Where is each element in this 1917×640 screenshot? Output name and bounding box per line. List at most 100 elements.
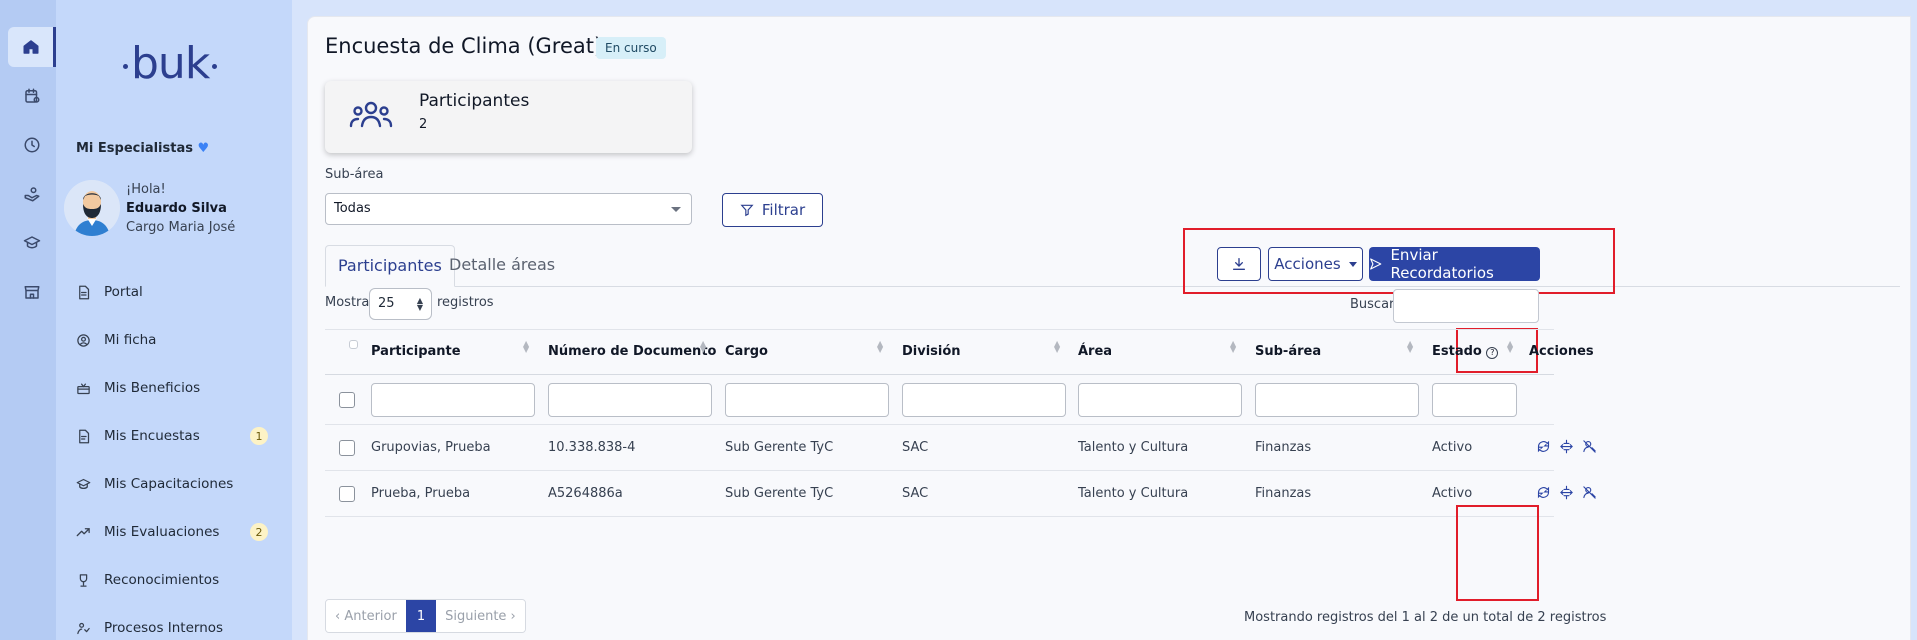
send-reminders-button[interactable]: Enviar Recordatorios: [1369, 246, 1540, 282]
sidebar-item-mis-encuestas[interactable]: Mis Encuestas 1: [76, 412, 286, 460]
calendar-icon[interactable]: [8, 76, 56, 116]
row-checkbox[interactable]: [339, 486, 355, 502]
reassign-icon[interactable]: [1559, 485, 1574, 500]
graduation-icon[interactable]: [8, 223, 56, 263]
pagination-info: Mostrando registros del 1 al 2 de un tot…: [1244, 610, 1607, 625]
sync-icon[interactable]: [1536, 439, 1551, 454]
sync-icon[interactable]: [1536, 485, 1551, 500]
notification-badge: 1: [250, 427, 268, 445]
filter-subarea-input[interactable]: [1255, 383, 1419, 417]
actions-label: Acciones: [1274, 255, 1341, 273]
document-icon: [79, 285, 90, 299]
sidebar-item-mi-ficha[interactable]: Mi ficha: [76, 316, 286, 364]
download-icon: [1233, 258, 1245, 270]
sidebar-item-portal[interactable]: Portal: [76, 268, 286, 316]
benefits-icon[interactable]: [8, 174, 56, 214]
table-row: Grupovias, Prueba 10.338.838-4 Sub Geren…: [325, 425, 1596, 471]
tabs: Participantes Detalle áreas: [325, 245, 1900, 287]
notification-badge: 2: [250, 523, 268, 541]
greeting-text: ¡Hola!: [126, 182, 166, 197]
row-checkbox[interactable]: [339, 440, 355, 456]
cell-subarea: Finanzas: [1255, 440, 1312, 455]
sidebar-item-label: Procesos Internos: [104, 620, 224, 636]
send-icon: [1370, 258, 1382, 270]
caret-down-icon: [1348, 261, 1357, 267]
prev-label: Anterior: [344, 608, 397, 624]
show-label: Mostrar: [325, 295, 375, 310]
sidebar-nav: Portal Mi ficha Mis Beneficios Mis Encue…: [76, 268, 286, 640]
table-header: Participante ▲ ▼ Número de Documento ▲ ▼ C…: [325, 329, 1594, 375]
clock-icon[interactable]: [8, 125, 56, 165]
subarea-select[interactable]: Todas: [325, 193, 692, 225]
main-panel: Encuesta de Clima (Great) En curso Parti…: [307, 16, 1911, 640]
column-header-acciones: Acciones: [1529, 344, 1594, 359]
estado-header-label: Estado: [1432, 344, 1482, 359]
pagination-page-1[interactable]: 1: [405, 600, 437, 632]
cell-documento: 10.338.838-4: [548, 440, 636, 455]
column-header-cargo[interactable]: Cargo: [725, 344, 768, 359]
row-actions: [1536, 485, 1597, 500]
page-length-value: 25: [378, 296, 395, 311]
sort-icon: ▲ ▼: [700, 339, 707, 354]
actions-dropdown-button[interactable]: Acciones: [1268, 247, 1363, 281]
user-greeting: ¡Hola! Eduardo Silva Cargo Maria José: [126, 180, 235, 237]
participants-summary-card: Participantes 2: [325, 81, 692, 153]
sidebar-item-label: Mi ficha: [104, 332, 157, 348]
graduation-icon: [76, 478, 91, 489]
cell-documento: A5264886a: [548, 486, 623, 501]
sort-icon: ▲ ▼: [1230, 339, 1237, 354]
filter-division-input[interactable]: [902, 383, 1066, 417]
status-badge: En curso: [596, 37, 666, 59]
process-icon: [77, 622, 90, 634]
disable-notifications-icon[interactable]: [1582, 439, 1597, 454]
pagination-prev[interactable]: ‹ Anterior: [326, 600, 406, 632]
sort-arrows-icon: ▲ ▼: [416, 296, 423, 312]
sidebar-item-mis-beneficios[interactable]: Mis Beneficios: [76, 364, 286, 412]
filter-participante-input[interactable]: [371, 383, 535, 417]
avatar[interactable]: [64, 180, 120, 236]
filter-cargo-input[interactable]: [725, 383, 889, 417]
help-circle-icon[interactable]: ?: [1486, 347, 1499, 359]
send-reminders-label: Enviar Recordatorios: [1390, 246, 1494, 282]
filter-documento-input[interactable]: [548, 383, 712, 417]
search-input[interactable]: [1393, 289, 1539, 323]
select-all-checkbox[interactable]: [339, 392, 355, 408]
sort-icon: ▲ ▼: [1407, 339, 1414, 354]
column-header-area[interactable]: Área: [1078, 344, 1112, 359]
home-icon[interactable]: [8, 27, 56, 67]
cell-estado: Activo: [1432, 440, 1473, 455]
chevron-down-icon: [671, 207, 681, 212]
user-name: Eduardo Silva: [126, 201, 227, 216]
filter-estado-input[interactable]: [1432, 383, 1517, 417]
filter-button[interactable]: Filtrar: [722, 193, 823, 227]
sidebar-item-reconocimientos[interactable]: Reconocimientos: [76, 556, 286, 604]
disable-notifications-icon[interactable]: [1582, 485, 1597, 500]
trend-icon: [76, 527, 90, 536]
row-actions: [1536, 439, 1597, 454]
sidebar-item-label: Portal: [104, 284, 143, 300]
filter-area-input[interactable]: [1078, 383, 1242, 417]
reassign-icon[interactable]: [1559, 439, 1574, 454]
store-icon[interactable]: [8, 272, 56, 312]
gift-icon: [77, 383, 90, 394]
tab-participantes[interactable]: Participantes: [325, 245, 455, 287]
column-header-participante[interactable]: Participante: [371, 344, 461, 359]
tab-detalle-areas[interactable]: Detalle áreas: [437, 245, 567, 287]
sidebar-item-label: Mis Encuestas: [104, 428, 200, 444]
cell-participante: Prueba, Prueba: [371, 486, 471, 501]
sidebar-item-procesos-internos[interactable]: Procesos Internos: [76, 604, 286, 640]
cell-division: SAC: [902, 486, 929, 501]
column-header-subarea[interactable]: Sub-área: [1255, 344, 1321, 359]
sidebar-item-mis-evaluaciones[interactable]: Mis Evaluaciones 2: [76, 508, 286, 556]
column-header-division[interactable]: División: [902, 344, 961, 359]
sidebar-item-mis-capacitaciones[interactable]: Mis Capacitaciones: [76, 460, 286, 508]
page-length-select[interactable]: 25 ▲ ▼: [369, 288, 432, 320]
cell-division: SAC: [902, 440, 929, 455]
column-header-documento[interactable]: Número de Documento: [548, 344, 716, 359]
chevron-right-icon: ›: [506, 608, 516, 624]
cell-area: Talento y Cultura: [1078, 440, 1189, 455]
download-button[interactable]: [1217, 247, 1261, 281]
pagination-next[interactable]: Siguiente ›: [436, 600, 525, 632]
column-header-estado[interactable]: Estado ?: [1432, 344, 1499, 359]
buk-logo[interactable]: buk: [120, 38, 230, 94]
